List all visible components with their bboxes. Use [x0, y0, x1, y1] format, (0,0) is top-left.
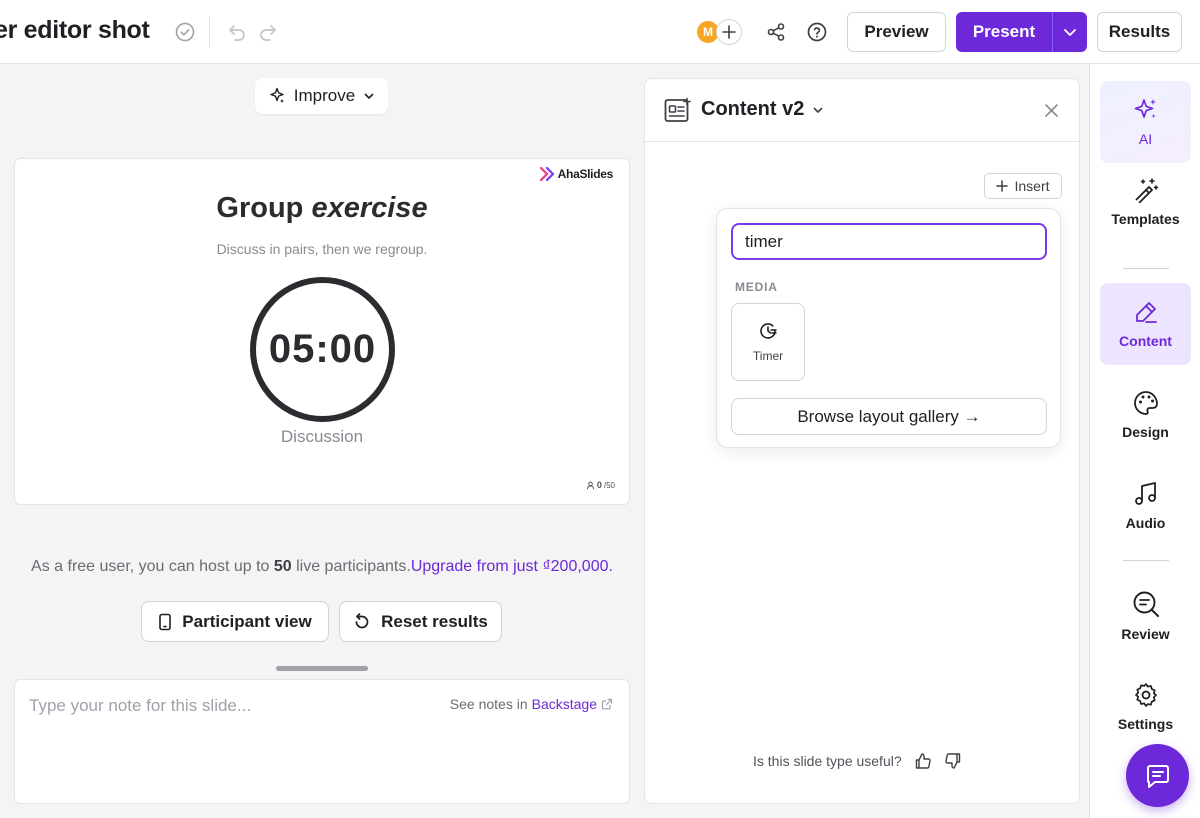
- slide-notes[interactable]: Type your note for this slide... See not…: [14, 679, 630, 804]
- timer-element-label: Timer: [752, 349, 784, 363]
- insert-button[interactable]: Insert: [984, 173, 1062, 199]
- sidebar-label-audio: Audio: [1125, 515, 1166, 531]
- reset-results-label: Reset results: [381, 611, 488, 631]
- ahaslides-logo-icon: [539, 167, 555, 181]
- sidebar-label-templates: Templates: [1111, 211, 1180, 227]
- preview-button[interactable]: Preview: [847, 12, 946, 52]
- present-button[interactable]: Present: [956, 12, 1052, 52]
- slide-subtitle: Discuss in pairs, then we regroup.: [216, 241, 428, 257]
- backstage-prefix: See notes in: [449, 696, 528, 712]
- sidebar-label-settings: Settings: [1117, 716, 1174, 732]
- free-note-prefix: As a free user, you can host up to: [31, 558, 274, 575]
- content-type-selector[interactable]: Content v2: [701, 98, 824, 121]
- present-options-chevron-down-icon[interactable]: [1053, 12, 1087, 52]
- pencil-icon: [1135, 302, 1157, 323]
- phone-icon: [159, 613, 172, 630]
- timer-icon: [760, 323, 777, 339]
- sidebar-item-audio[interactable]: Audio: [1100, 465, 1191, 547]
- participant-count: 0: [596, 480, 602, 490]
- toolbar-divider: [209, 16, 210, 48]
- add-collaborator-button[interactable]: [716, 19, 742, 45]
- timer-ring: 05:00: [250, 277, 395, 422]
- top-bar: er editor shot M Preview Present Results: [0, 0, 1200, 64]
- saved-check-icon: [174, 21, 196, 43]
- participant-limit: 50: [273, 558, 292, 575]
- media-section-label: MEDIA: [735, 280, 778, 294]
- help-icon[interactable]: [805, 20, 829, 44]
- document-title[interactable]: er editor shot: [0, 16, 150, 45]
- redo-icon[interactable]: [256, 20, 280, 44]
- chat-support-button[interactable]: [1126, 744, 1189, 807]
- sidebar-divider: [1123, 268, 1169, 269]
- results-button[interactable]: Results: [1097, 12, 1182, 52]
- review-search-icon: [1133, 591, 1159, 617]
- chat-icon: [1146, 764, 1169, 788]
- music-note-icon: [1134, 482, 1156, 505]
- backstage-link[interactable]: Backstage: [532, 696, 597, 712]
- share-icon[interactable]: [764, 20, 788, 44]
- present-split-button: Present: [956, 12, 1087, 52]
- reset-icon: [355, 612, 369, 628]
- insert-label: Insert: [1014, 178, 1050, 194]
- sidebar-item-ai[interactable]: AI: [1100, 81, 1191, 163]
- participant-view-button[interactable]: Participant view: [141, 601, 329, 642]
- magic-wand-icon: [1134, 178, 1158, 203]
- plus-icon: [722, 25, 736, 39]
- participant-max: /50: [603, 480, 615, 490]
- slide-type-feedback: Is this slide type useful?: [753, 752, 962, 770]
- user-icon: [586, 481, 595, 489]
- chevron-down-icon: [364, 93, 374, 99]
- sidebar-divider: [1123, 560, 1169, 561]
- close-icon[interactable]: [1044, 103, 1059, 118]
- free-note-suffix: live participants.: [291, 558, 411, 575]
- content-slide-icon: [664, 97, 691, 122]
- sparkle-icon: [270, 87, 284, 103]
- sidebar-item-settings[interactable]: Settings: [1100, 666, 1191, 748]
- palette-icon: [1133, 391, 1158, 415]
- backstage-hint: See notes in Backstage: [450, 696, 613, 712]
- improve-label: Improve: [293, 86, 356, 105]
- slide-title: Group exercise: [15, 192, 629, 225]
- timer-value: 05:00: [268, 327, 377, 371]
- sidebar-label-content: Content: [1119, 333, 1172, 349]
- sidebar-label-ai: AI: [1138, 131, 1153, 147]
- participant-counter: 0 /50: [586, 480, 615, 490]
- slide-title-emphasis: exercise: [311, 192, 428, 224]
- thumbs-down-icon[interactable]: [944, 752, 962, 770]
- reset-results-button[interactable]: Reset results: [339, 601, 502, 642]
- right-sidebar: AI Templates Content Design Audio Review…: [1089, 64, 1200, 818]
- sidebar-label-design: Design: [1122, 424, 1169, 440]
- gear-icon: [1134, 683, 1157, 707]
- notes-resize-handle[interactable]: [276, 666, 368, 671]
- timer-element-card[interactable]: Timer: [731, 303, 805, 381]
- timer-caption: Discussion: [280, 427, 364, 446]
- chevron-down-icon: [814, 107, 823, 113]
- participant-view-label: Participant view: [182, 611, 312, 631]
- slide-title-main: Group: [216, 192, 312, 224]
- content-type-title: Content v2: [701, 98, 805, 120]
- sparkle-icon: [1134, 99, 1156, 118]
- external-link-icon: [601, 698, 613, 710]
- browse-layout-gallery-button[interactable]: Browse layout gallery →: [731, 398, 1047, 435]
- brand-logo: AhaSlides: [539, 167, 614, 181]
- content-panel-header: Content v2: [645, 79, 1079, 142]
- insert-popover: MEDIA Timer Browse layout gallery →: [716, 208, 1061, 448]
- sidebar-label-review: Review: [1121, 626, 1170, 642]
- feedback-question: Is this slide type useful?: [753, 753, 902, 769]
- upgrade-link[interactable]: Upgrade from just ₫200,000.: [411, 558, 613, 575]
- notes-placeholder: Type your note for this slide...: [29, 696, 252, 715]
- undo-icon[interactable]: [225, 20, 249, 44]
- brand-name: AhaSlides: [557, 167, 614, 181]
- sidebar-item-content[interactable]: Content: [1100, 283, 1191, 365]
- thumbs-up-icon[interactable]: [914, 752, 932, 770]
- sidebar-item-review[interactable]: Review: [1100, 575, 1191, 657]
- slide-preview[interactable]: AhaSlides Group exercise Discuss in pair…: [14, 158, 630, 505]
- improve-button[interactable]: Improve: [255, 78, 388, 114]
- sidebar-item-templates[interactable]: Templates: [1100, 161, 1191, 243]
- sidebar-item-design[interactable]: Design: [1100, 374, 1191, 456]
- plus-icon: [996, 180, 1009, 192]
- free-plan-notice: As a free user, you can host up to 50 li…: [0, 558, 644, 576]
- element-search-input[interactable]: [731, 223, 1047, 260]
